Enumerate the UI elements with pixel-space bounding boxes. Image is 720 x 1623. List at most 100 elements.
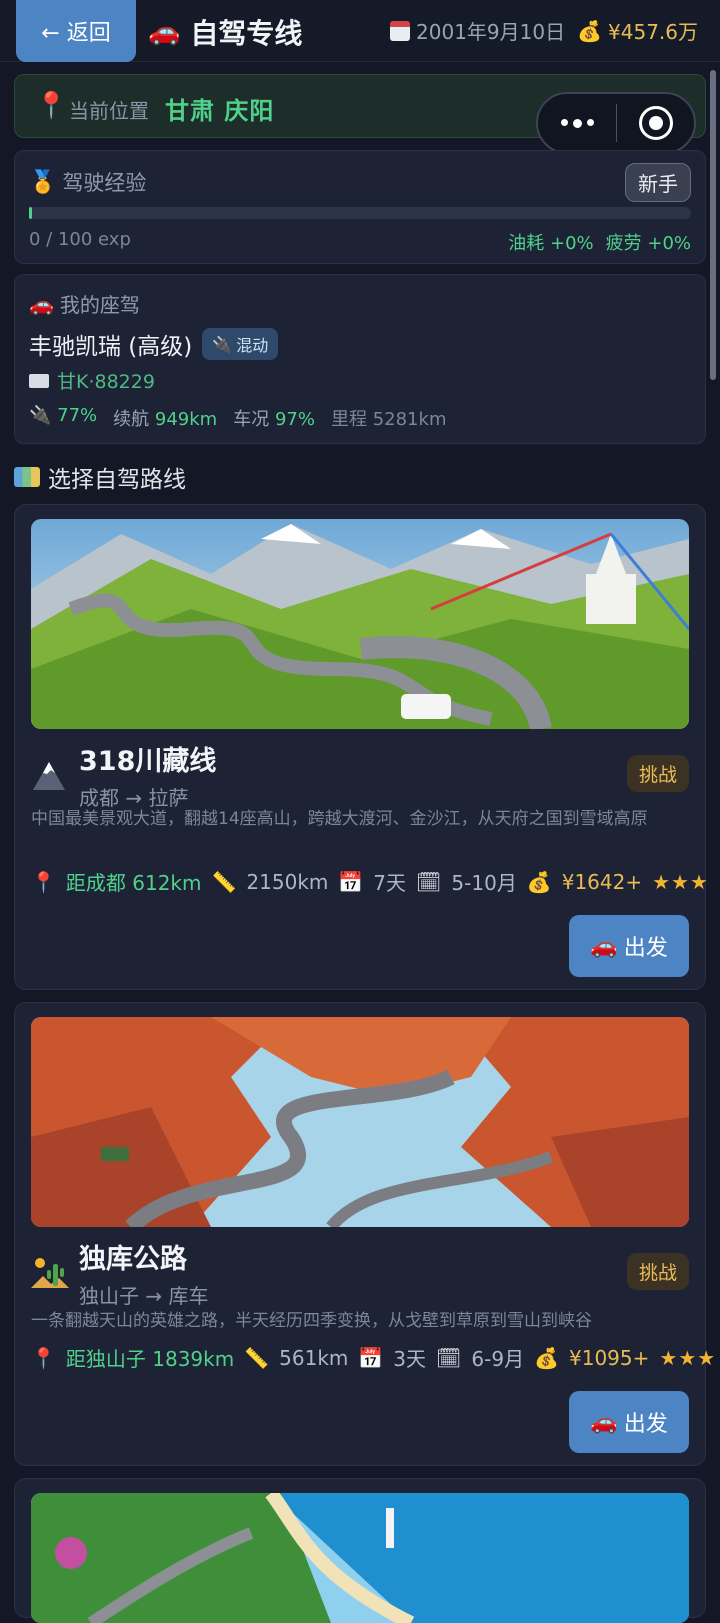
mountain-icon [33, 762, 65, 790]
date-display: 2001年9月10日 [390, 16, 565, 45]
ruler-icon: 📏 [211, 869, 237, 894]
id-card-icon [29, 373, 49, 388]
car-model: 丰驰凯瑞 (高级) [29, 334, 193, 360]
money-text: ¥457.6万 [608, 20, 698, 44]
page-title: 自驾专线 [190, 17, 303, 50]
depart-label: 出发 [623, 936, 668, 961]
plug-icon: 🔌 [212, 334, 233, 354]
route-cost: ¥1642+ [561, 869, 643, 894]
route-header: 318川藏线 成都 → 拉萨 [31, 739, 216, 811]
level-badge: 新手 [625, 163, 691, 202]
route-days: 7天 [373, 871, 407, 895]
page-title-wrap: 🚗 自驾专线 [148, 12, 302, 52]
route-distance-from: 距成都 612km [65, 871, 202, 895]
car-panel: 🚗 我的座驾 丰驰凯瑞 (高级) 🔌 混动 甘K·88229 🔌 77% 续航 … [14, 274, 706, 444]
close-miniapp-button[interactable] [617, 106, 694, 140]
experience-panel: 🏅 驾驶经验 新手 0 / 100 exp 油耗 +0% 疲劳 +0% [14, 150, 706, 264]
target-icon [638, 106, 673, 140]
route-image-canyon [31, 1017, 689, 1227]
route-cost: ¥1095+ [569, 1345, 650, 1370]
route-distance-from: 距独山子 1839km [65, 1347, 235, 1371]
car-icon: 🚗 [590, 933, 618, 959]
routes-section-title: 选择自驾路线 [14, 460, 186, 494]
status-area: 2001年9月10日 💰 ¥457.6万 [390, 16, 698, 45]
experience-bonus: 油耗 +0% 疲劳 +0% [508, 229, 691, 255]
depart-label: 出发 [623, 1412, 668, 1437]
difficulty-badge: 挑战 [626, 1253, 689, 1290]
route-season: 6-9月 [471, 1347, 525, 1371]
experience-progress-fill [29, 207, 32, 219]
condition-label: 车况 [233, 409, 270, 430]
more-menu-button[interactable] [538, 118, 616, 128]
condition-value: 97% [274, 409, 315, 430]
car-type-label: 混动 [236, 336, 269, 355]
route-image-mountain [31, 519, 689, 729]
location-value: 甘肃 庆阳 [165, 97, 275, 125]
route-stars: ★★★ [659, 1345, 717, 1370]
map-icon [14, 467, 40, 487]
route-header: 独库公路 独山子 → 库车 [31, 1237, 208, 1309]
location-pin-icon: 📍 [31, 869, 56, 894]
car-title-wrap: 🚗 我的座驾 [29, 289, 140, 318]
location-pin-icon: 📍 [35, 91, 68, 121]
calendar-icon: 📅 [338, 869, 364, 894]
calendar-icon: 📅 [358, 1345, 384, 1370]
season-calendar-icon: 🗓 [436, 1345, 462, 1370]
route-stars: ★★★ [652, 869, 709, 894]
season-calendar-icon: 🗓 [416, 869, 442, 894]
route-card[interactable] [14, 1478, 706, 1623]
top-bar: ← 返回 🚗 自驾专线 2001年9月10日 💰 ¥457.6万 [0, 0, 720, 62]
money-bag-icon: 💰 [526, 869, 552, 894]
route-description: 中国最美景观大道，翻越14座高山，跨越大渡河、金沙江，从天府之国到雪域高原 [31, 809, 648, 829]
back-label: ← 返回 [41, 21, 111, 46]
money-bag-icon: 💰 [577, 18, 603, 43]
routes-title: 选择自驾路线 [48, 467, 186, 493]
car-icon: 🚗 [29, 291, 54, 316]
car-stats: 🔌 77% 续航 949km 车况 97% 里程 5281km [29, 405, 446, 431]
route-season: 5-10月 [451, 871, 517, 895]
range-value: 949km [154, 409, 218, 430]
route-length: 2150km [246, 869, 329, 894]
experience-count: 0 / 100 exp [29, 229, 131, 250]
depart-button[interactable]: 🚗 出发 [569, 1391, 689, 1453]
mileage: 里程 5281km [330, 409, 447, 430]
location-pin-icon: 📍 [31, 1345, 56, 1370]
date-text: 2001年9月10日 [416, 20, 566, 44]
car-type-tag: 🔌 混动 [202, 328, 279, 360]
fatigue-bonus: 疲劳 +0% [605, 233, 691, 254]
money-display: 💰 ¥457.6万 [577, 16, 698, 45]
route-length: 561km [279, 1345, 349, 1370]
calendar-icon [390, 20, 411, 41]
medal-icon: 🏅 [29, 169, 57, 195]
car-model-wrap: 丰驰凯瑞 (高级) 🔌 混动 [29, 327, 279, 361]
back-button[interactable]: ← 返回 [16, 0, 136, 62]
plate-text: 甘K·88229 [57, 371, 155, 393]
route-name: 318川藏线 [79, 746, 217, 777]
desert-cactus-icon [31, 1258, 69, 1288]
experience-progress-bar [29, 207, 691, 219]
range-label: 续航 [113, 409, 150, 430]
depart-button[interactable]: 🚗 出发 [569, 915, 689, 977]
route-path: 独山子 → 库车 [79, 1284, 209, 1308]
money-bag-icon: 💰 [534, 1345, 559, 1370]
experience-title-wrap: 🏅 驾驶经验 [29, 167, 146, 197]
scrollbar[interactable] [710, 70, 716, 380]
route-days: 3天 [393, 1347, 427, 1371]
route-image-coast [31, 1493, 689, 1623]
battery-value: 77% [57, 405, 98, 426]
ruler-icon: 📏 [244, 1345, 270, 1370]
route-stats: 📍 距成都 612km 📏 2150km 📅 7天 🗓 5-10月 💰 ¥164… [31, 867, 709, 896]
route-card[interactable]: 独库公路 独山子 → 库车 挑战 一条翻越天山的英雄之路，半天经历四季变换，从戈… [14, 1002, 715, 1466]
car-icon: 🚗 [590, 1409, 618, 1435]
route-card[interactable]: 318川藏线 成都 → 拉萨 挑战 中国最美景观大道，翻越14座高山，跨越大渡河… [14, 504, 709, 990]
car-icon: 🚗 [148, 17, 181, 47]
difficulty-badge: 挑战 [626, 755, 689, 792]
plug-icon: 🔌 [29, 405, 52, 426]
fuel-bonus: 油耗 +0% [508, 233, 594, 254]
location-label: 当前位置 [69, 99, 149, 123]
experience-title: 驾驶经验 [62, 171, 147, 195]
route-stats: 📍 距独山子 1839km 📏 561km 📅 3天 🗓 6-9月 💰 ¥109… [31, 1343, 716, 1372]
route-name: 独库公路 [79, 1244, 187, 1275]
car-title: 我的座驾 [59, 293, 140, 317]
route-description: 一条翻越天山的英雄之路，半天经历四季变换，从戈壁到草原到雪山到峡谷 [31, 1311, 592, 1331]
